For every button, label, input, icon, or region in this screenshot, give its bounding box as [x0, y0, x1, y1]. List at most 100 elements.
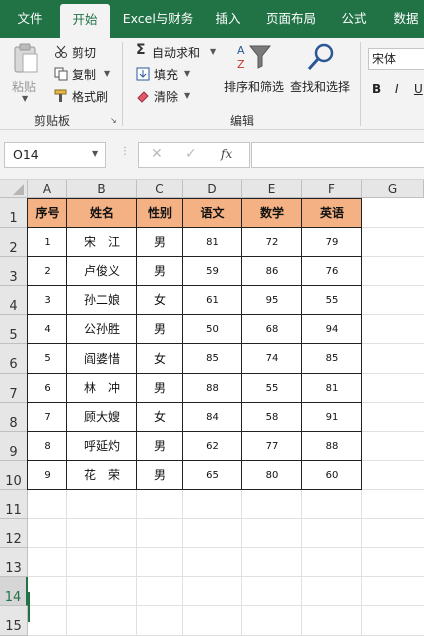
table-cell[interactable]: 呼延灼: [67, 432, 137, 461]
row-header-11[interactable]: 11: [0, 490, 28, 519]
cut-button[interactable]: 剪切: [52, 42, 112, 62]
autosum-dropdown-icon[interactable]: ▼: [210, 47, 216, 56]
table-cell[interactable]: 1: [28, 228, 67, 257]
insert-function-icon[interactable]: fx: [221, 147, 232, 161]
select-all-corner[interactable]: [0, 180, 28, 198]
fill-dropdown-icon[interactable]: ▼: [184, 69, 190, 78]
table-cell[interactable]: 62: [183, 432, 242, 461]
confirm-icon[interactable]: ✓: [185, 146, 197, 162]
table-cell[interactable]: 76: [302, 257, 362, 286]
row-header-12[interactable]: 12: [0, 519, 28, 548]
table-header-cell[interactable]: 序号: [28, 198, 67, 228]
fill-button[interactable]: 填充 ▼: [134, 64, 194, 84]
table-cell[interactable]: 5: [28, 344, 67, 374]
clear-dropdown-icon[interactable]: ▼: [184, 91, 190, 100]
font-name-select[interactable]: 宋体: [368, 48, 424, 70]
table-cell[interactable]: 61: [183, 286, 242, 315]
table-cell[interactable]: 95: [242, 286, 302, 315]
table-cell[interactable]: 50: [183, 315, 242, 344]
row-header-6[interactable]: 6: [0, 344, 28, 374]
autosum-button[interactable]: Σ 自动求和 ▼: [134, 42, 220, 62]
row-header-1[interactable]: 1: [0, 198, 28, 228]
tab-data[interactable]: 数据: [384, 0, 424, 38]
table-cell[interactable]: 林 冲: [67, 374, 137, 403]
table-cell[interactable]: 孙二娘: [67, 286, 137, 315]
table-cell[interactable]: 花 荣: [67, 461, 137, 490]
table-cell[interactable]: 55: [302, 286, 362, 315]
table-cell[interactable]: 9: [28, 461, 67, 490]
formula-bar-grip-icon[interactable]: ⋮: [120, 146, 130, 157]
table-cell[interactable]: 81: [183, 228, 242, 257]
row-header-13[interactable]: 13: [0, 548, 28, 577]
table-cell[interactable]: 68: [242, 315, 302, 344]
row-header-8[interactable]: 8: [0, 403, 28, 432]
table-cell[interactable]: 女: [137, 344, 183, 374]
table-cell[interactable]: 72: [242, 228, 302, 257]
table-cell[interactable]: 卢俊义: [67, 257, 137, 286]
table-cell[interactable]: 60: [302, 461, 362, 490]
table-header-cell[interactable]: 性别: [137, 198, 183, 228]
row-header-7[interactable]: 7: [0, 374, 28, 403]
table-cell[interactable]: 88: [302, 432, 362, 461]
name-box[interactable]: O14: [4, 142, 106, 168]
table-header-cell[interactable]: 语文: [183, 198, 242, 228]
table-cell[interactable]: 81: [302, 374, 362, 403]
row-header-4[interactable]: 4: [0, 286, 28, 315]
tab-file[interactable]: 文件: [6, 0, 54, 38]
column-header-a[interactable]: A: [28, 180, 67, 198]
table-cell[interactable]: 男: [137, 228, 183, 257]
column-header-b[interactable]: B: [67, 180, 137, 198]
table-cell[interactable]: 7: [28, 403, 67, 432]
clear-button[interactable]: 清除 ▼: [134, 86, 194, 106]
row-header-10[interactable]: 10: [0, 461, 28, 490]
table-cell[interactable]: 女: [137, 403, 183, 432]
table-cell[interactable]: 85: [183, 344, 242, 374]
table-cell[interactable]: 男: [137, 432, 183, 461]
paste-dropdown-icon[interactable]: ▼: [22, 94, 28, 103]
column-header-g[interactable]: G: [362, 180, 424, 198]
tab-page-layout[interactable]: 页面布局: [258, 0, 324, 38]
table-header-cell[interactable]: 数学: [242, 198, 302, 228]
sort-filter-button[interactable]: A Z 排序和筛选: [222, 42, 288, 104]
table-cell[interactable]: 公孙胜: [67, 315, 137, 344]
table-cell[interactable]: 65: [183, 461, 242, 490]
table-cell[interactable]: 3: [28, 286, 67, 315]
underline-button[interactable]: U: [414, 82, 423, 96]
cancel-icon[interactable]: ✕: [151, 146, 163, 162]
formula-input[interactable]: [251, 142, 424, 168]
table-cell[interactable]: 74: [242, 344, 302, 374]
table-cell[interactable]: 58: [242, 403, 302, 432]
row-header-15[interactable]: 15: [0, 606, 28, 636]
table-cell[interactable]: 79: [302, 228, 362, 257]
table-cell[interactable]: 男: [137, 374, 183, 403]
table-cell[interactable]: 91: [302, 403, 362, 432]
copy-button[interactable]: 复制 ▼: [52, 64, 114, 84]
clipboard-launcher-icon[interactable]: ↘: [110, 116, 117, 125]
find-select-button[interactable]: 查找和选择: [288, 42, 354, 104]
format-painter-button[interactable]: 格式刷: [52, 86, 114, 106]
tab-home[interactable]: 开始: [60, 4, 110, 38]
column-header-f[interactable]: F: [302, 180, 362, 198]
column-header-d[interactable]: D: [183, 180, 242, 198]
table-cell[interactable]: 86: [242, 257, 302, 286]
table-cell[interactable]: 8: [28, 432, 67, 461]
table-cell[interactable]: 94: [302, 315, 362, 344]
table-cell[interactable]: 80: [242, 461, 302, 490]
table-cell[interactable]: 顾大嫂: [67, 403, 137, 432]
tab-formulas[interactable]: 公式: [332, 0, 376, 38]
row-header-2[interactable]: 2: [0, 228, 28, 257]
table-cell[interactable]: 2: [28, 257, 67, 286]
table-cell[interactable]: 男: [137, 315, 183, 344]
name-box-dropdown-icon[interactable]: ▼: [92, 149, 98, 158]
table-cell[interactable]: 77: [242, 432, 302, 461]
tab-excel-finance[interactable]: Excel与财务: [116, 0, 200, 38]
row-header-3[interactable]: 3: [0, 257, 28, 286]
row-header-14[interactable]: 14: [0, 577, 28, 606]
table-cell[interactable]: 59: [183, 257, 242, 286]
paste-button[interactable]: 粘贴 ▼: [6, 42, 46, 103]
tab-insert[interactable]: 插入: [206, 0, 250, 38]
table-cell[interactable]: 6: [28, 374, 67, 403]
table-cell[interactable]: 88: [183, 374, 242, 403]
table-cell[interactable]: 女: [137, 286, 183, 315]
table-header-cell[interactable]: 姓名: [67, 198, 137, 228]
